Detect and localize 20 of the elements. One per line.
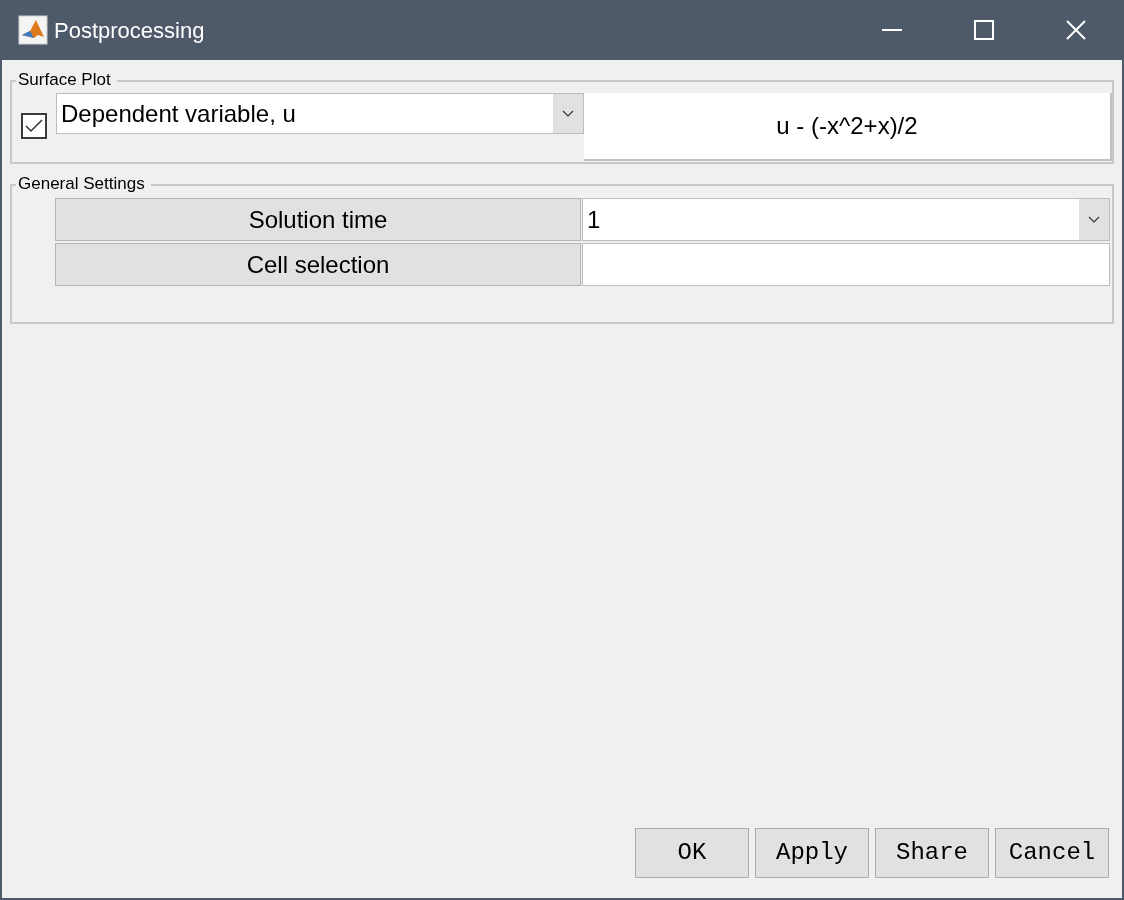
close-icon: [1066, 20, 1086, 40]
input-field[interactable]: [582, 243, 1110, 286]
dialog-button[interactable]: Apply: [755, 828, 869, 878]
expression-display: u - (-x^2+x)/2: [584, 93, 1112, 161]
dialog-button[interactable]: OK: [635, 828, 749, 878]
field-label-button[interactable]: Cell selection: [55, 243, 581, 286]
app-logo-icon: [18, 15, 48, 45]
dropdown[interactable]: Dependent variable, u: [56, 93, 584, 134]
minimize-icon: [882, 29, 902, 31]
field-label-button[interactable]: Solution time: [55, 198, 581, 241]
maximize-icon: [974, 20, 994, 40]
checkmark-icon: [25, 119, 43, 133]
chevron-down-icon: [562, 109, 574, 118]
dropdown[interactable]: 1: [582, 198, 1110, 241]
window-title: Postprocessing: [54, 16, 205, 45]
dialog-button[interactable]: Cancel: [995, 828, 1109, 878]
chevron-down-icon: [1088, 215, 1100, 224]
group-title: General Settings: [16, 174, 151, 194]
checkbox[interactable]: [21, 113, 47, 139]
dialog-button[interactable]: Share: [875, 828, 989, 878]
